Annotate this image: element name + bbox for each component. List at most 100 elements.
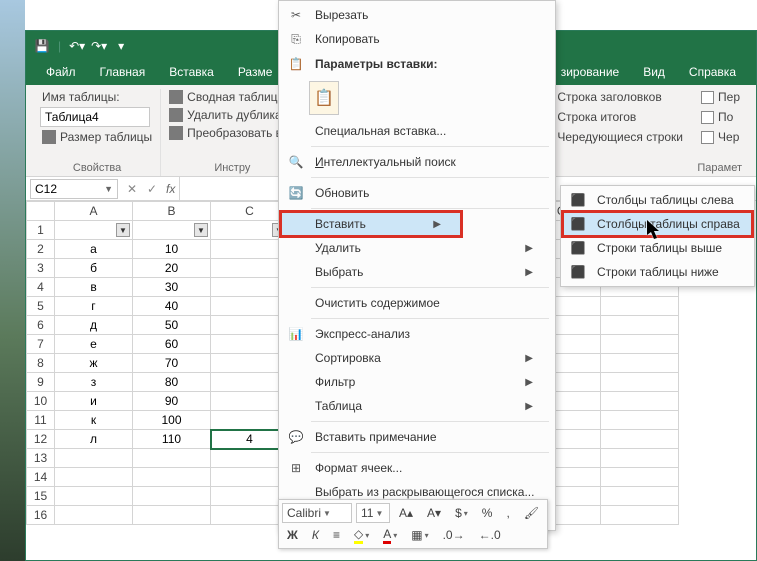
cell[interactable] bbox=[211, 316, 289, 335]
font-picker[interactable]: Calibri▼ bbox=[282, 503, 352, 523]
cell[interactable] bbox=[211, 373, 289, 392]
row-header-14[interactable]: 14 bbox=[27, 468, 55, 487]
row-header-8[interactable]: 8 bbox=[27, 354, 55, 373]
cell[interactable] bbox=[55, 487, 133, 506]
cell[interactable] bbox=[601, 506, 679, 525]
cell[interactable]: 90 bbox=[133, 392, 211, 411]
menu-refresh[interactable]: 🔄Обновить bbox=[281, 181, 553, 205]
cell[interactable] bbox=[211, 392, 289, 411]
submenu-cols-right[interactable]: ⬛Столбцы таблицы справа bbox=[563, 212, 752, 236]
font-size-picker[interactable]: 11▼ bbox=[356, 503, 390, 523]
cell[interactable]: д bbox=[55, 316, 133, 335]
table-name-input[interactable] bbox=[40, 107, 150, 127]
submenu-rows-below[interactable]: ⬛Строки таблицы ниже bbox=[563, 260, 752, 284]
cell[interactable] bbox=[211, 354, 289, 373]
menu-smart-lookup[interactable]: 🔍Интеллектуальный поиск bbox=[281, 150, 553, 174]
total-row-checkbox[interactable]: Строка итогов bbox=[538, 109, 685, 125]
cell[interactable]: з bbox=[55, 373, 133, 392]
row-header-5[interactable]: 5 bbox=[27, 297, 55, 316]
submenu-cols-left[interactable]: ⬛Столбцы таблицы слева bbox=[563, 188, 752, 212]
undo-icon[interactable]: ↶▾ bbox=[69, 38, 85, 54]
cell[interactable] bbox=[601, 335, 679, 354]
enter-icon[interactable]: ✓ bbox=[142, 182, 162, 196]
increase-decimal-button[interactable]: .0→ bbox=[438, 525, 470, 545]
cell[interactable] bbox=[133, 506, 211, 525]
cell[interactable]: 10 bbox=[133, 240, 211, 259]
decrease-font-button[interactable]: A▾ bbox=[422, 503, 446, 523]
cell[interactable]: 30 bbox=[133, 278, 211, 297]
bold-button[interactable]: Ж bbox=[282, 525, 303, 545]
cell[interactable] bbox=[55, 449, 133, 468]
menu-format-cells[interactable]: ⊞Формат ячеек... bbox=[281, 456, 553, 480]
table-header-cell[interactable]: Коли▼ bbox=[211, 221, 289, 240]
cell[interactable]: б bbox=[55, 259, 133, 278]
banded-rows-checkbox[interactable]: ✓Чередующиеся строки bbox=[538, 129, 685, 145]
cell[interactable] bbox=[133, 449, 211, 468]
cell[interactable] bbox=[601, 487, 679, 506]
cell[interactable] bbox=[211, 411, 289, 430]
cell[interactable] bbox=[601, 411, 679, 430]
row-header-7[interactable]: 7 bbox=[27, 335, 55, 354]
cell[interactable] bbox=[601, 468, 679, 487]
cell[interactable]: 20 bbox=[133, 259, 211, 278]
row-header-12[interactable]: 12 bbox=[27, 430, 55, 449]
table-header-cell[interactable]: Цена▼ bbox=[133, 221, 211, 240]
cell[interactable]: ж bbox=[55, 354, 133, 373]
filter-dropdown-icon[interactable]: ▼ bbox=[116, 223, 130, 237]
cell[interactable] bbox=[211, 449, 289, 468]
cell[interactable]: а bbox=[55, 240, 133, 259]
menu-table[interactable]: Таблица▶ bbox=[281, 394, 553, 418]
cell[interactable] bbox=[601, 373, 679, 392]
cell[interactable] bbox=[211, 335, 289, 354]
row-header-6[interactable]: 6 bbox=[27, 316, 55, 335]
cell[interactable] bbox=[211, 468, 289, 487]
menu-select[interactable]: Выбрать▶ bbox=[281, 260, 553, 284]
cell[interactable] bbox=[211, 240, 289, 259]
menu-insert[interactable]: Вставить▶ bbox=[281, 212, 461, 236]
cell[interactable]: 4 bbox=[211, 430, 289, 449]
tab-file[interactable]: Файл bbox=[34, 61, 88, 85]
borders-button[interactable]: ▦▾ bbox=[406, 525, 433, 545]
col-header-C[interactable]: C bbox=[211, 202, 289, 221]
cell[interactable] bbox=[601, 297, 679, 316]
cell[interactable] bbox=[55, 506, 133, 525]
cell[interactable]: 80 bbox=[133, 373, 211, 392]
cell[interactable]: 110 bbox=[133, 430, 211, 449]
comma-format-button[interactable]: , bbox=[501, 503, 514, 523]
table-header-cell[interactable]: Продукты▼ bbox=[55, 221, 133, 240]
row-header-11[interactable]: 11 bbox=[27, 411, 55, 430]
name-box[interactable]: C12▼ bbox=[30, 179, 118, 199]
cell[interactable] bbox=[211, 487, 289, 506]
menu-paste-special[interactable]: Специальная вставка... bbox=[281, 119, 553, 143]
cell[interactable] bbox=[133, 468, 211, 487]
cell[interactable] bbox=[601, 430, 679, 449]
row-header-13[interactable]: 13 bbox=[27, 449, 55, 468]
cell[interactable]: и bbox=[55, 392, 133, 411]
tab-view[interactable]: Вид bbox=[631, 61, 677, 85]
menu-cut[interactable]: ✂Вырезать bbox=[281, 3, 553, 27]
filter-dropdown-icon[interactable]: ▼ bbox=[194, 223, 208, 237]
row-header-1[interactable]: 1 bbox=[27, 221, 55, 240]
save-icon[interactable]: 💾 bbox=[34, 38, 50, 54]
menu-quick-analysis[interactable]: 📊Экспресс-анализ bbox=[281, 322, 553, 346]
row-header-15[interactable]: 15 bbox=[27, 487, 55, 506]
menu-sort[interactable]: Сортировка▶ bbox=[281, 346, 553, 370]
cell[interactable]: 60 bbox=[133, 335, 211, 354]
header-row-checkbox[interactable]: ✓Строка заголовков bbox=[538, 89, 685, 105]
font-color-button[interactable]: A▾ bbox=[378, 525, 402, 545]
cell[interactable] bbox=[601, 392, 679, 411]
cell[interactable]: г bbox=[55, 297, 133, 316]
paste-button[interactable]: 📋 bbox=[309, 81, 339, 115]
fill-color-button[interactable]: ◇▾ bbox=[349, 525, 374, 545]
menu-insert-comment[interactable]: 💬Вставить примечание bbox=[281, 425, 553, 449]
cell[interactable]: к bbox=[55, 411, 133, 430]
tab-review[interactable]: зирование bbox=[549, 61, 631, 85]
cell[interactable]: е bbox=[55, 335, 133, 354]
col-header-B[interactable]: B bbox=[133, 202, 211, 221]
row-header-9[interactable]: 9 bbox=[27, 373, 55, 392]
cell[interactable]: 40 bbox=[133, 297, 211, 316]
menu-copy[interactable]: ⎘Копировать bbox=[281, 27, 553, 51]
select-all-corner[interactable] bbox=[27, 202, 55, 221]
tab-help[interactable]: Справка bbox=[677, 61, 748, 85]
cell[interactable]: 50 bbox=[133, 316, 211, 335]
